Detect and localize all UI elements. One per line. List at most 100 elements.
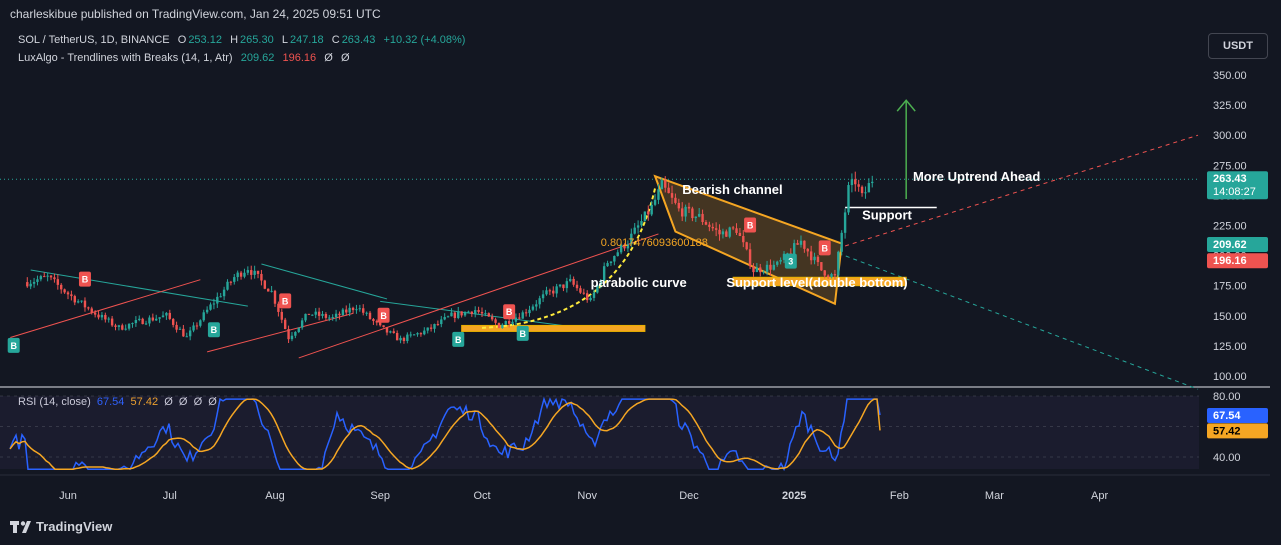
candle-body [127, 323, 131, 329]
candle-body [199, 320, 202, 326]
breakout-marker-label: B [10, 341, 17, 351]
candle-body [39, 276, 43, 280]
candle-body [708, 224, 711, 227]
candle-body [552, 290, 555, 294]
price-label-value: 196.16 [1213, 255, 1247, 267]
annotation-support: Support [862, 207, 912, 222]
candle-body [446, 316, 450, 318]
support-trendline [298, 233, 659, 359]
candle-body [694, 216, 697, 219]
candle-body [613, 255, 616, 262]
candle-body [158, 317, 161, 319]
candle-body [718, 229, 721, 235]
candle-body [582, 292, 586, 294]
candle-body [182, 328, 185, 337]
candle-body [643, 211, 647, 222]
candle-body [195, 325, 199, 327]
candle-body [735, 228, 738, 233]
candle-body [171, 318, 175, 325]
candle-body [36, 279, 39, 282]
candle-body [592, 292, 596, 298]
candle-body [759, 267, 762, 273]
candle-body [406, 334, 409, 342]
time-tick-label: Jul [163, 490, 177, 502]
candle-body [114, 325, 117, 327]
tradingview-footer[interactable]: TradingView [10, 519, 112, 534]
candle-body [772, 264, 776, 270]
candle-body [721, 231, 725, 235]
candle-body [178, 328, 182, 330]
candle-body [131, 323, 134, 325]
candle-body [731, 227, 735, 229]
candle-body [429, 327, 433, 329]
candle-body [267, 288, 270, 292]
candle-body [307, 313, 311, 315]
candle-body [555, 286, 558, 294]
breakout-marker-label: B [821, 243, 828, 253]
candle-body [334, 313, 338, 318]
candle-body [436, 324, 440, 326]
candle-body [297, 327, 300, 332]
price-tick-label: 100.00 [1213, 371, 1247, 383]
candle-body [416, 333, 419, 335]
candle-body [725, 231, 728, 237]
candle-body [480, 311, 484, 314]
candle-body [409, 334, 412, 336]
candle-body [837, 251, 840, 276]
candle-body [701, 213, 704, 223]
candle-body [541, 294, 545, 299]
candle-body [572, 278, 575, 285]
candle-body [776, 261, 779, 265]
breakout-marker-label: 3 [788, 257, 793, 267]
resistance-trendline [380, 300, 581, 329]
chart-canvas[interactable]: 100.00125.00150.00175.00200.00225.00250.… [0, 0, 1281, 545]
candle-body [192, 325, 195, 331]
candle-body [304, 313, 307, 321]
candle-body [348, 307, 351, 313]
support-trendline [10, 279, 201, 338]
candle-body [575, 284, 579, 289]
rsi-label-value: 67.54 [1213, 410, 1241, 422]
candle-body [256, 270, 260, 274]
tradingview-brand: TradingView [36, 519, 113, 534]
candle-body [141, 318, 144, 325]
candle-body [528, 309, 531, 314]
candle-body [558, 284, 562, 287]
candle-body [704, 222, 708, 225]
candle-body [76, 301, 80, 303]
candle-body [216, 296, 219, 304]
candle-body [474, 310, 477, 315]
candle-body [314, 311, 317, 315]
price-tick-label: 175.00 [1213, 281, 1247, 293]
candle-body [433, 324, 436, 329]
candle-body [185, 336, 188, 338]
annotation-parabolic-curve: parabolic curve [591, 275, 687, 290]
candle-body [222, 289, 226, 297]
projected-support-trendline [844, 134, 1199, 247]
price-tick-label: 300.00 [1213, 130, 1247, 142]
candle-body [175, 324, 178, 330]
candle-body [497, 322, 501, 329]
candle-body [687, 206, 691, 209]
candle-body [385, 327, 389, 333]
candle-body [545, 290, 548, 295]
time-tick-label: Dec [679, 490, 699, 502]
candle-body [711, 226, 714, 229]
time-tick-label: Jun [59, 490, 77, 502]
candle-body [792, 243, 796, 255]
candle-body [280, 311, 283, 320]
annotation-more-uptrend: More Uptrend Ahead [913, 169, 1040, 184]
candle-body [453, 312, 457, 319]
candle-body [188, 330, 192, 337]
candle-body [490, 316, 494, 320]
candle-body [616, 252, 619, 256]
candle-body [524, 312, 528, 314]
candle-body [816, 256, 820, 263]
candle-body [565, 281, 569, 289]
candle-body [419, 333, 423, 335]
candle-body [355, 309, 358, 311]
candle-body [697, 213, 701, 217]
candle-body [501, 324, 504, 329]
support-zone-lower[interactable] [461, 324, 646, 332]
time-tick-label: Feb [890, 490, 909, 502]
